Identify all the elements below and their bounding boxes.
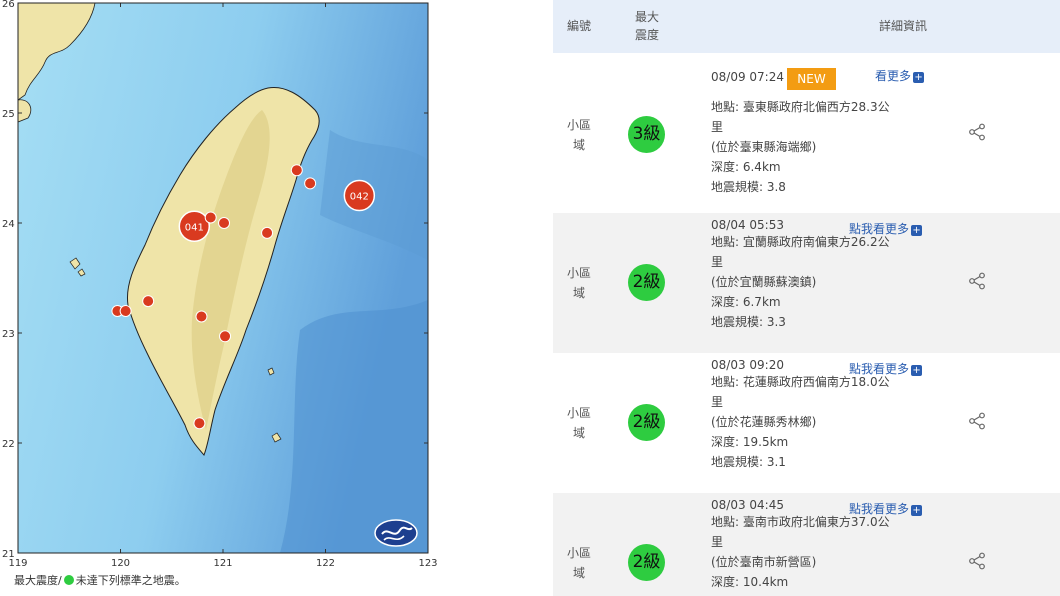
cwb-logo-icon bbox=[374, 519, 418, 547]
epicenter-marker[interactable] bbox=[304, 177, 317, 190]
share-icon[interactable] bbox=[968, 272, 986, 290]
quake-magnitude: 地震規模: 3.3 bbox=[711, 315, 786, 329]
lon-tick-label: 122 bbox=[316, 558, 335, 569]
share-icon[interactable] bbox=[968, 123, 986, 141]
share-icon[interactable] bbox=[968, 412, 986, 430]
epicenter-marker[interactable] bbox=[119, 305, 132, 317]
new-badge: NEW bbox=[787, 68, 836, 90]
see-more-link[interactable]: 點我看更多 + bbox=[849, 360, 923, 377]
earthquake-table: 編號 最大 震度 詳細資訊 小區 域 3級 08/09 07:24 地點: 臺東… bbox=[553, 0, 1060, 596]
quake-depth: 深度: 6.4km bbox=[711, 160, 781, 174]
quake-magnitude: 地震規模: 3.8 bbox=[711, 180, 786, 194]
quake-depth: 深度: 6.7km bbox=[711, 295, 781, 309]
epicenter-marker-labeled[interactable]: 041 bbox=[178, 210, 211, 243]
row-id: 小區 域 bbox=[566, 406, 591, 440]
lon-tick-label: 120 bbox=[111, 558, 130, 569]
quake-location: 地點: 臺東縣政府北偏西方28.3公 bbox=[711, 100, 890, 114]
lon-tick-label: 121 bbox=[213, 558, 232, 569]
lat-tick-label: 24 bbox=[2, 219, 15, 230]
legend-prefix: 最大震度/ bbox=[14, 574, 62, 587]
lat-tick-label: 22 bbox=[2, 439, 15, 450]
share-icon[interactable] bbox=[968, 552, 986, 570]
lat-tick-label: 26 bbox=[2, 0, 15, 10]
seismic-map: 262524232221 119 120 121 122 123 041042 bbox=[2, 0, 438, 569]
header-detail: 詳細資訊 bbox=[878, 19, 927, 33]
intensity-badge: 2級 bbox=[628, 544, 665, 581]
epicenter-marker[interactable] bbox=[218, 217, 231, 229]
plus-icon[interactable]: + bbox=[911, 225, 923, 236]
intensity-badge: 2級 bbox=[628, 404, 665, 441]
epicenter-marker-labeled[interactable]: 042 bbox=[343, 179, 376, 212]
quake-magnitude: 地震規模: 3.1 bbox=[711, 455, 786, 469]
legend-text: 未達下列標準之地震。 bbox=[75, 574, 186, 587]
header-id: 編號 bbox=[566, 19, 591, 33]
table-row[interactable]: 小區 域 3級 08/09 07:24 地點: 臺東縣政府北偏西方28.3公 里… bbox=[553, 53, 1060, 194]
deep-basin bbox=[280, 300, 428, 553]
plus-icon[interactable]: + bbox=[911, 505, 923, 516]
quake-depth: 深度: 10.4km bbox=[711, 575, 789, 589]
marker-label: 042 bbox=[350, 192, 369, 203]
map-legend: 最大震度/未達下列標準之地震。 bbox=[14, 572, 186, 588]
green-dot-icon bbox=[63, 575, 74, 585]
row-id: 小區 域 bbox=[566, 118, 591, 152]
epicenter-marker[interactable] bbox=[290, 164, 303, 177]
plus-icon[interactable]: + bbox=[911, 365, 923, 376]
table-row[interactable]: 小區 域 2級 08/03 09:20 地點: 花蓮縣政府西偏南方18.0公 里… bbox=[553, 353, 1060, 493]
epicenter-marker[interactable] bbox=[204, 211, 217, 224]
lat-tick-label: 23 bbox=[2, 329, 15, 340]
table-header: 編號 最大 震度 詳細資訊 bbox=[553, 0, 1060, 53]
see-more-link[interactable]: 點我看更多 + bbox=[849, 500, 923, 517]
table-row[interactable]: 小區 域 2級 08/04 05:53 地點: 宜蘭縣政府南偏東方26.2公 里… bbox=[553, 213, 1060, 353]
epicenter-marker[interactable] bbox=[219, 330, 232, 343]
epicenter-marker[interactable] bbox=[142, 295, 155, 308]
plus-icon[interactable]: + bbox=[913, 72, 925, 83]
see-more-link[interactable]: 看更多 + bbox=[875, 67, 925, 84]
marker-label: 041 bbox=[185, 222, 204, 233]
lat-tick-label: 25 bbox=[2, 109, 15, 120]
quake-depth: 深度: 19.5km bbox=[711, 435, 789, 449]
table-row[interactable]: 小區 域 2級 08/03 04:45 地點: 臺南市政府北偏東方37.0公 里… bbox=[553, 493, 1060, 596]
row-id: 小區 域 bbox=[566, 266, 591, 300]
map-panel: 26 25 24 23 22 21 119 120 121 122 123 041 042 最大震度… bbox=[0, 0, 440, 596]
epicenter-marker[interactable] bbox=[261, 226, 274, 239]
header-max-line1: 最大 bbox=[634, 10, 659, 24]
see-more-link[interactable]: 點我看更多 + bbox=[849, 220, 923, 237]
lon-tick-label: 119 bbox=[8, 558, 27, 569]
header-max-line2: 震度 bbox=[634, 28, 659, 42]
epicenter-marker[interactable] bbox=[195, 310, 208, 323]
intensity-badge: 2級 bbox=[628, 264, 665, 301]
epicenter-marker[interactable] bbox=[193, 417, 206, 430]
intensity-badge: 3級 bbox=[628, 116, 665, 153]
lon-tick-label: 123 bbox=[418, 558, 437, 569]
row-id: 小區 域 bbox=[566, 546, 591, 580]
